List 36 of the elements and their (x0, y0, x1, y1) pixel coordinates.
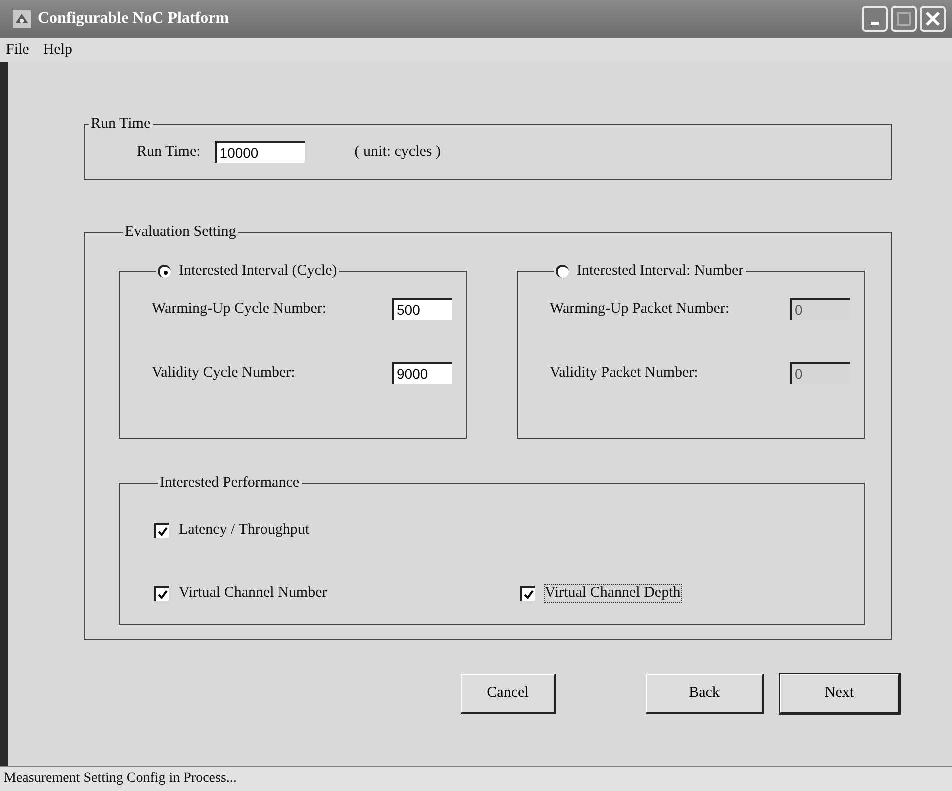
group-title: Interested Performance (159, 475, 301, 492)
field-label: Warming-Up Cycle Number: (152, 300, 327, 318)
radio-label: Interested Interval (Cycle) (179, 263, 338, 280)
group-title: Evaluation Setting (124, 224, 238, 241)
menu-item[interactable]: Help (43, 42, 73, 58)
field-label: Validity Cycle Number: (152, 364, 296, 382)
radio-button[interactable] (158, 265, 171, 278)
radio-button[interactable] (556, 265, 569, 278)
checkbox-label: Virtual Channel Depth (545, 585, 681, 602)
checkbox[interactable] (154, 523, 169, 538)
input-field[interactable]: 9000 (392, 362, 452, 384)
dialog-button[interactable]: Back (646, 674, 764, 714)
input-field[interactable]: 500 (392, 298, 452, 320)
minimize-icon (871, 22, 879, 24)
checkbox[interactable] (154, 586, 169, 601)
unit-label: ( unit: cycles ) (354, 144, 442, 160)
input-field[interactable]: 10000 (214, 141, 305, 163)
menu-item[interactable]: File (6, 42, 30, 58)
app-icon (12, 9, 32, 29)
field-label: Validity Packet Number: (550, 364, 698, 382)
field-label: Warming-Up Packet Number: (550, 300, 730, 318)
minimize-button[interactable] (862, 6, 888, 32)
maximize-icon (894, 9, 914, 29)
radio-label: Interested Interval: Number (577, 263, 744, 280)
dialog-button[interactable]: Cancel (461, 674, 556, 714)
checkbox-label: Virtual Channel Number (179, 585, 328, 602)
field-label: Run Time: (137, 144, 201, 160)
window-title: Configurable NoC Platform (38, 10, 230, 28)
close-icon (923, 9, 943, 29)
group-title: Run Time (90, 116, 152, 133)
dialog-button[interactable]: Next (780, 674, 900, 714)
checkbox-label: Latency / Throughput (179, 522, 310, 539)
status-bar: Measurement Setting Config in Process... (0, 766, 952, 791)
maximize-button[interactable] (891, 6, 917, 32)
checkbox[interactable] (520, 586, 535, 601)
close-button[interactable] (920, 6, 946, 32)
